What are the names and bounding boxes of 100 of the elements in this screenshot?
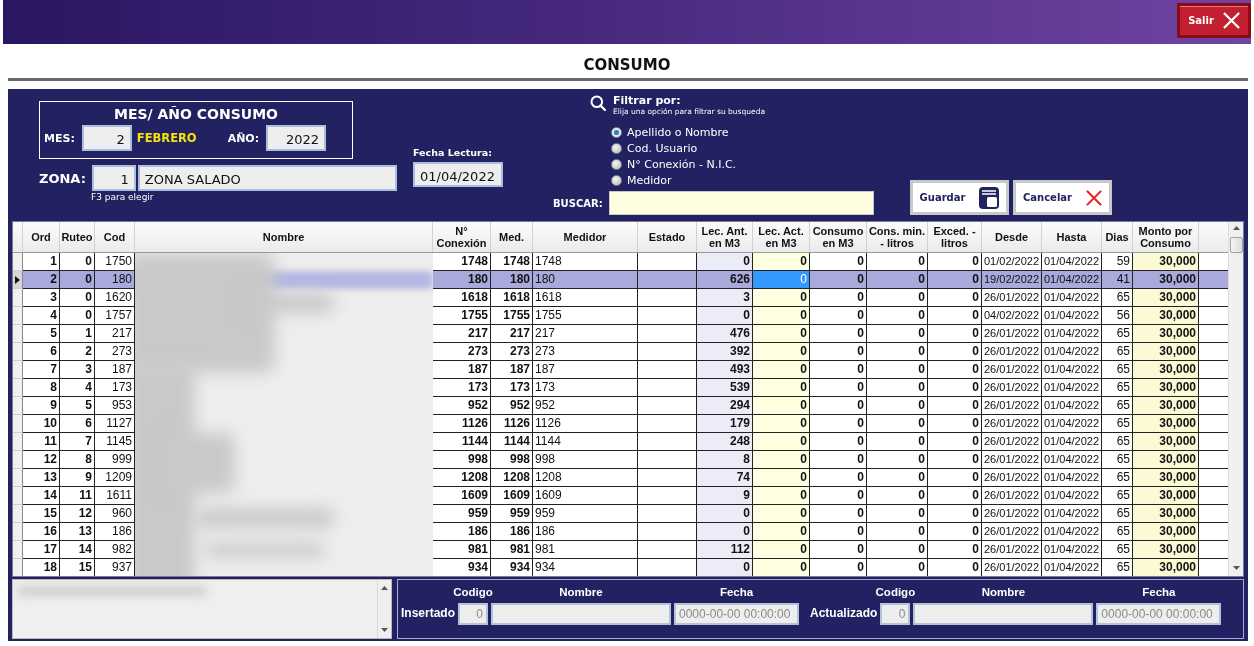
field-label: Fecha Lectura: — [413, 147, 493, 158]
table-cell[interactable]: 0 — [753, 505, 810, 523]
table-cell: 26/01/2022 — [982, 541, 1042, 559]
date-field[interactable]: 01/04/2022 — [413, 162, 503, 187]
table-cell: 999 — [95, 451, 135, 469]
table-cell: 1208 — [533, 469, 638, 487]
name-field[interactable] — [491, 603, 671, 625]
table-cell: 30,000 — [1133, 307, 1199, 325]
table-cell: 998 — [433, 451, 491, 469]
column-header: Lec. Ant. en M3 — [697, 222, 753, 252]
year-field[interactable]: 2022 — [266, 125, 327, 151]
table-cell: 0 — [697, 307, 753, 325]
table-cell: 26/01/2022 — [982, 397, 1042, 415]
down-arrow-icon[interactable] — [1232, 566, 1240, 570]
table-cell: 30,000 — [1133, 559, 1199, 576]
table-cell: 0 — [697, 523, 753, 541]
table-cell: 15 — [23, 505, 60, 523]
table-cell[interactable]: 0 — [753, 541, 810, 559]
table-cell: 30,000 — [1133, 253, 1199, 271]
table-cell: 11 — [23, 433, 60, 451]
table-cell: 173 — [491, 379, 533, 397]
table-cell: 01/04/2022 — [1042, 415, 1102, 433]
table-cell: 1144 — [491, 433, 533, 451]
radio-icon[interactable] — [611, 126, 622, 138]
table-cell[interactable]: 0 — [753, 469, 810, 487]
table-cell: 952 — [491, 397, 533, 415]
table-cell: 30,000 — [1133, 289, 1199, 307]
radio-icon[interactable] — [611, 174, 622, 186]
table-cell: 01/04/2022 — [1042, 505, 1102, 523]
table-cell: 65 — [1102, 343, 1133, 361]
table-cell: 1609 — [533, 487, 638, 505]
table-cell[interactable]: 0 — [753, 487, 810, 505]
table-cell[interactable]: 0 — [753, 451, 810, 469]
table-cell: 0 — [928, 361, 982, 379]
table-cell[interactable]: 0 — [753, 523, 810, 541]
radio-icon[interactable] — [611, 142, 622, 154]
scroll-thumb[interactable] — [1229, 237, 1243, 253]
table-cell: 8 — [23, 379, 60, 397]
table-cell: 1209 — [95, 469, 135, 487]
table-cell: 0 — [867, 541, 928, 559]
cancel-button[interactable]: Cancelar — [1013, 180, 1112, 215]
table-cell: 26/01/2022 — [982, 361, 1042, 379]
table-cell[interactable]: 0 — [753, 415, 810, 433]
table-cell: 0 — [810, 307, 867, 325]
table-cell[interactable]: 0 — [753, 307, 810, 325]
table-cell[interactable]: 0 — [753, 397, 810, 415]
table-cell: 1748 — [433, 253, 491, 271]
table-cell: 0 — [60, 271, 95, 289]
down-arrow-icon[interactable] — [381, 628, 388, 632]
table-cell: 392 — [697, 343, 753, 361]
exit-button[interactable]: Salir — [1177, 3, 1251, 38]
table-cell[interactable]: 0 — [753, 379, 810, 397]
table-cell: 1144 — [533, 433, 638, 451]
name-field[interactable] — [913, 603, 1094, 625]
radio-option[interactable]: N° Conexión - N.I.C. — [611, 156, 879, 172]
column-header: N° Conexión — [433, 222, 491, 252]
table-cell: 1126 — [491, 415, 533, 433]
table-cell: 30,000 — [1133, 523, 1199, 541]
table-cell: 65 — [1102, 523, 1133, 541]
table-cell: 476 — [697, 325, 753, 343]
table-cell: 998 — [533, 451, 638, 469]
up-arrow-icon[interactable] — [381, 586, 388, 590]
table-cell[interactable]: 0 — [753, 325, 810, 343]
table-cell: 14 — [23, 487, 60, 505]
zone-name-field[interactable]: ZONA SALADO — [137, 165, 397, 191]
table-cell[interactable]: 0 — [753, 253, 810, 271]
table-cell[interactable]: 0 — [753, 361, 810, 379]
up-arrow-icon[interactable] — [1232, 226, 1240, 230]
table-cell: 952 — [533, 397, 638, 415]
table-cell: 0 — [867, 397, 928, 415]
table-cell[interactable]: 0 — [753, 433, 810, 451]
table-cell: 65 — [1102, 487, 1133, 505]
row-selector[interactable] — [13, 271, 23, 289]
field-label: BUSCAR: — [553, 197, 603, 209]
table-cell: 1 — [23, 253, 60, 271]
month-field[interactable]: 2 — [81, 125, 132, 151]
vertical-scrollbar[interactable] — [1228, 222, 1243, 576]
radio-option[interactable]: Cod. Usuario — [611, 140, 879, 156]
save-button[interactable]: Guardar — [910, 180, 1009, 215]
table-cell: 1609 — [433, 487, 491, 505]
table-cell: 9 — [23, 397, 60, 415]
zone-code-field[interactable]: 1 — [91, 165, 136, 191]
table-cell: 13 — [23, 469, 60, 487]
table-cell: 0 — [697, 559, 753, 576]
table-cell: 0 — [810, 487, 867, 505]
radio-icon[interactable] — [611, 158, 622, 170]
table-cell: 26/01/2022 — [982, 505, 1042, 523]
table-cell: 26/01/2022 — [982, 559, 1042, 576]
table-cell: 17 — [23, 541, 60, 559]
radio-option[interactable]: Medidor — [611, 172, 879, 188]
table-cell[interactable]: 0 — [753, 559, 810, 576]
x-icon — [1222, 12, 1240, 29]
table-cell: 1757 — [95, 307, 135, 325]
table-cell[interactable]: 0 — [753, 343, 810, 361]
radio-option[interactable]: Apellido o Nombre — [611, 124, 879, 140]
table-cell: 187 — [491, 361, 533, 379]
vertical-scrollbar[interactable] — [377, 580, 391, 638]
table-cell[interactable]: 0 — [753, 289, 810, 307]
search-field[interactable] — [608, 191, 874, 215]
notes-field[interactable] — [12, 579, 392, 639]
